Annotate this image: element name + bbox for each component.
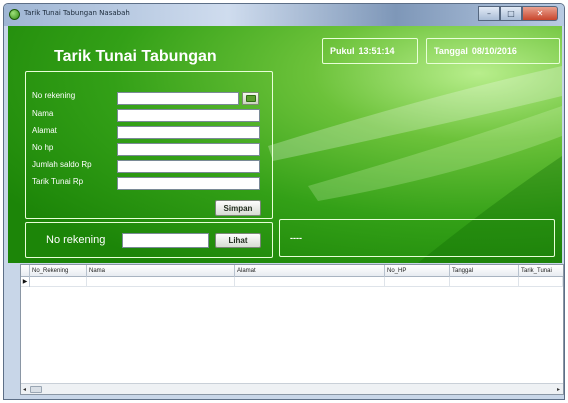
phone-input[interactable] (117, 143, 260, 156)
column-header-tanggal[interactable]: Tanggal (450, 265, 519, 277)
table-cell[interactable] (30, 277, 87, 287)
save-button[interactable]: Simpan (215, 200, 261, 216)
date-display: Tanggal 08/10/2016 (426, 38, 560, 64)
balance-label: Jumlah saldo Rp (32, 160, 92, 169)
table-cell[interactable] (87, 277, 235, 287)
close-button[interactable]: ✕ (522, 6, 558, 21)
page-title: Tarik Tunai Tabungan (54, 48, 217, 65)
window-title: Tarik Tunai Tabungan Nasabah (24, 9, 130, 17)
date-value: 08/10/2016 (471, 46, 517, 56)
column-header-no-hp[interactable]: No_HP (385, 265, 450, 277)
result-panel: ---- (279, 219, 555, 257)
scroll-right-icon[interactable]: ▸ (557, 386, 560, 393)
app-window: Tarik Tunai Tabungan Nasabah – □ ✕ Tarik… (3, 3, 565, 400)
browse-button[interactable] (242, 92, 259, 105)
table-cell[interactable] (235, 277, 385, 287)
column-header-nama[interactable]: Nama (87, 265, 235, 277)
column-header-tarik-tunai[interactable]: Tarik_Tunai (519, 265, 563, 277)
account-number-label: No rekening (32, 91, 76, 100)
name-label: Nama (32, 109, 54, 118)
time-display: Pukul 13:51:14 (322, 38, 418, 64)
column-header-no-rekening[interactable]: No_Rekening (30, 265, 87, 277)
table-cell[interactable] (519, 277, 563, 287)
minimize-button[interactable]: – (478, 6, 500, 21)
title-bar[interactable]: Tarik Tunai Tabungan Nasabah – □ ✕ (4, 4, 564, 26)
view-button[interactable]: Lihat (215, 233, 261, 248)
grid-header: No_Rekening Nama Alamat No_HP Tanggal Ta… (21, 265, 563, 277)
transactions-grid[interactable]: No_Rekening Nama Alamat No_HP Tanggal Ta… (20, 264, 564, 395)
search-account-input[interactable] (122, 233, 209, 248)
withdraw-amount-label: Tarik Tunai Rp (32, 177, 84, 186)
withdrawal-form: No rekening Nama Alamat No hp Jumlah sal… (25, 71, 273, 219)
horizontal-scrollbar[interactable]: ◂ ▸ (21, 383, 563, 394)
folder-icon (245, 95, 256, 102)
date-label: Tanggal (434, 46, 468, 56)
search-panel: No rekening Lihat (25, 222, 273, 258)
main-panel: Tarik Tunai Tabungan Pukul 13:51:14 Tang… (8, 26, 562, 263)
table-cell[interactable] (385, 277, 450, 287)
account-number-input[interactable] (117, 92, 239, 105)
phone-label: No hp (32, 143, 54, 152)
column-header-alamat[interactable]: Alamat (235, 265, 385, 277)
balance-input[interactable] (117, 160, 260, 173)
search-account-label: No rekening (46, 234, 106, 246)
window-controls: – □ ✕ (478, 6, 558, 22)
withdraw-amount-input[interactable] (117, 177, 260, 190)
scroll-thumb[interactable] (30, 386, 42, 393)
address-input[interactable] (117, 126, 260, 139)
time-label: Pukul (330, 46, 355, 56)
app-icon (9, 9, 20, 20)
maximize-button[interactable]: □ (500, 6, 522, 21)
table-cell[interactable] (450, 277, 519, 287)
address-label: Alamat (32, 126, 57, 135)
time-value: 13:51:14 (358, 46, 395, 56)
result-text: ---- (290, 233, 302, 243)
name-input[interactable] (117, 109, 260, 122)
table-row[interactable]: ▶ (21, 277, 563, 287)
grid-corner (21, 265, 30, 277)
row-selector-icon[interactable]: ▶ (21, 277, 30, 287)
scroll-left-icon[interactable]: ◂ (23, 386, 26, 393)
